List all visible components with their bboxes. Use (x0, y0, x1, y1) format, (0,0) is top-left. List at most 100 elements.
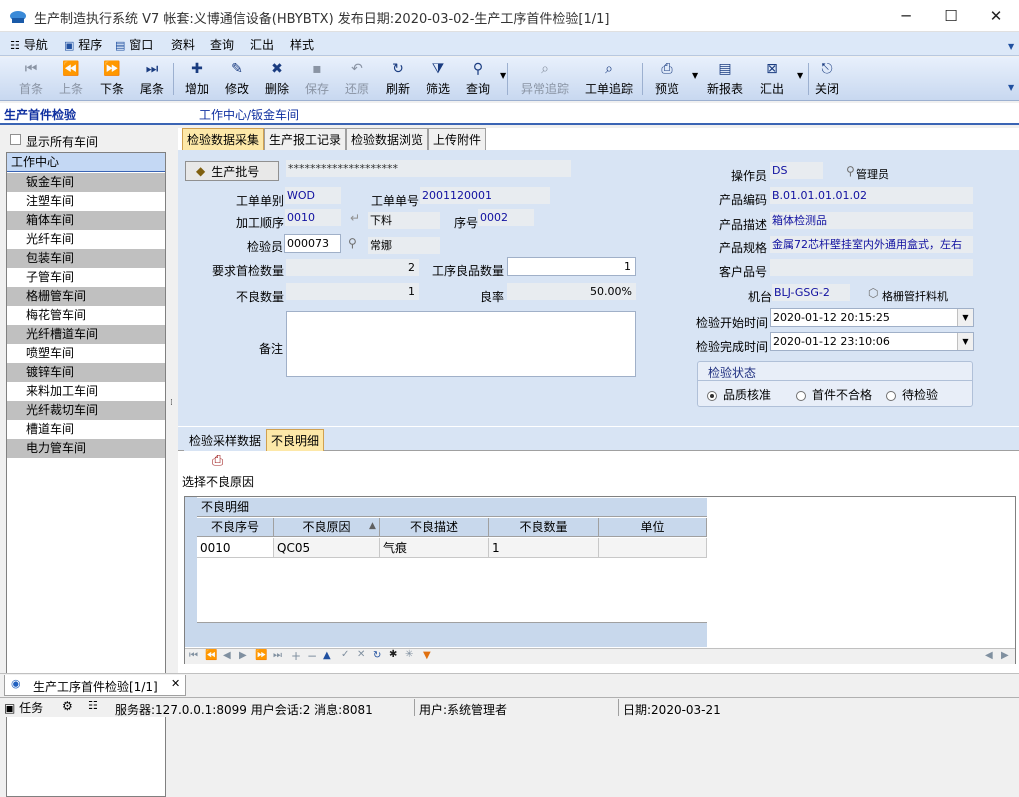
seq-field[interactable]: 0010 (285, 209, 341, 226)
menu-query[interactable]: 查询 (210, 36, 234, 53)
tree-item[interactable]: 来料加工车间 (7, 382, 165, 401)
nav-filter-icon[interactable]: ▼ (423, 650, 431, 661)
batch-value[interactable]: ******************** (286, 160, 571, 177)
toolbar-button-4[interactable]: ✚ 增加 (185, 59, 209, 99)
tree-item[interactable]: 注塑车间 (7, 192, 165, 211)
status-option-pending[interactable]: 待检验 (886, 386, 938, 403)
nav-scroll-left-icon[interactable]: ◀ (985, 650, 993, 661)
status-option-approved[interactable]: 品质核准 (707, 386, 771, 403)
prod-desc-field[interactable]: 箱体检测品 (770, 212, 973, 229)
tree-item[interactable]: 子管车间 (7, 268, 165, 287)
maximize-icon[interactable]: ☐ (928, 0, 974, 32)
tab-upload-attachment[interactable]: 上传附件 (428, 128, 487, 150)
show-all-checkbox[interactable] (10, 134, 21, 145)
navigate-icon[interactable]: ☷ (88, 699, 98, 712)
tree-header[interactable]: 工作中心 (7, 153, 165, 172)
sort-asc-icon[interactable]: ▲ (369, 521, 376, 531)
menu-window[interactable]: ▤ 窗口 (115, 36, 153, 53)
inspector-lookup-icon[interactable]: ⚲ (348, 236, 357, 250)
toolbar-button-14[interactable]: ⎙ 预览 (655, 59, 679, 99)
menu-navigate[interactable]: ☷ 导航 (10, 36, 48, 53)
start-datetime[interactable]: 2020-01-12 20:15:25 ▼ (770, 308, 974, 327)
toolbar-button-13[interactable]: ⌕ 工单追踪 (585, 59, 633, 99)
tree-item[interactable]: 格栅管车间 (7, 287, 165, 306)
menu-overflow-icon[interactable]: ▼ (1008, 42, 1014, 51)
toolbar-button-16[interactable]: ⊠ 汇出 (760, 59, 784, 99)
mdi-tab-close-icon[interactable]: ✕ (171, 677, 180, 690)
serial-field[interactable]: 0002 (478, 209, 534, 226)
grid-column-header[interactable]: 不良数量 (489, 518, 599, 537)
tree-item[interactable]: 钣金车间 (7, 173, 165, 192)
toolbar-button-5[interactable]: ✎ 修改 (225, 59, 249, 99)
settings-icon[interactable]: ⚙ (62, 699, 73, 713)
toolbar-button-8[interactable]: ↶ 还原 (345, 59, 369, 99)
bad-qty-field[interactable]: 1 (286, 283, 419, 300)
toolbar-button-15[interactable]: ▤ 新报表 (707, 59, 743, 99)
toolbar-button-7[interactable]: ▪ 保存 (305, 59, 329, 99)
tab-inspection-data[interactable]: 检验数据采集 (182, 128, 265, 150)
close-icon[interactable]: ✕ (973, 0, 1019, 32)
menu-program[interactable]: ▣ 程序 (64, 36, 102, 53)
tree-item[interactable]: 电力管车间 (7, 439, 165, 458)
nav-scroll-right-icon[interactable]: ▶ (1001, 650, 1009, 661)
menu-data[interactable]: 资料 (171, 36, 195, 53)
operator-field[interactable]: DS (770, 162, 823, 179)
toolbar-button-17[interactable]: ⎋ 关闭 (815, 59, 839, 99)
good-qty-field[interactable]: 1 (507, 257, 636, 276)
tree-item[interactable]: 箱体车间 (7, 211, 165, 230)
machine-icon[interactable]: ⬡ (868, 286, 878, 300)
proc-link-icon[interactable]: ↵ (350, 211, 360, 225)
toolbar-button-10[interactable]: ⧩ 筛选 (426, 59, 450, 99)
toolbar-button-0[interactable]: ⏮ 首条 (19, 59, 43, 99)
toolbar-button-9[interactable]: ↻ 刷新 (386, 59, 410, 99)
tab-inspection-browse[interactable]: 检验数据浏览 (346, 128, 429, 150)
nav-confirm-icon[interactable]: ✓ (341, 649, 349, 660)
req-qty-field[interactable]: 2 (286, 259, 419, 276)
nav-next-icon[interactable]: ▶ (239, 650, 247, 661)
select-reason-button[interactable]: ⎙ 选择不良原因 (182, 453, 262, 489)
nav-bookmark-icon[interactable]: ✱ (389, 649, 397, 660)
dropdown-arrow-icon[interactable]: ▼ (957, 333, 973, 350)
minimize-icon[interactable]: ─ (883, 0, 929, 32)
tab-sample-data[interactable]: 检验采样数据 (184, 429, 267, 451)
grid-cell[interactable] (599, 538, 707, 558)
toolbar-button-12[interactable]: ⌕ 异常追踪 (521, 59, 569, 99)
nav-first-icon[interactable]: ⏮ (189, 650, 198, 661)
tree-item[interactable]: 喷塑车间 (7, 344, 165, 363)
inspector-field[interactable]: 000073 (284, 234, 341, 253)
toolbar-button-6[interactable]: ✖ 删除 (265, 59, 289, 99)
task-button[interactable]: ▣ 任务 (4, 699, 43, 716)
tab-defect-detail[interactable]: 不良明细 (266, 429, 325, 451)
grid-cell[interactable]: 1 (489, 538, 599, 558)
grid-column-header[interactable]: 不良原因 (274, 518, 380, 537)
nav-up-icon[interactable]: ▲ (323, 650, 331, 661)
toolbar-button-11[interactable]: ⚲ 查询 (466, 59, 490, 99)
tab-work-report[interactable]: 生产报工记录 (264, 128, 347, 150)
nav-last-icon[interactable]: ⏭ (273, 650, 282, 661)
nav-remove-icon[interactable]: − (307, 649, 317, 663)
splitter-handle-icon[interactable]: ⁞ (170, 398, 173, 408)
tree-item[interactable]: 梅花管车间 (7, 306, 165, 325)
menu-export[interactable]: 汇出 (250, 36, 274, 53)
grid-column-header[interactable]: 不良描述 (380, 518, 489, 537)
end-datetime[interactable]: 2020-01-12 23:10:06 ▼ (770, 332, 974, 351)
dropdown-arrow-icon[interactable]: ▼ (797, 71, 803, 80)
remark-textarea[interactable] (286, 311, 636, 377)
nav-prev-page-icon[interactable]: ⏪ (205, 650, 217, 661)
nav-refresh-icon[interactable]: ↻ (373, 650, 381, 661)
nav-add-icon[interactable]: + (291, 649, 301, 663)
dropdown-arrow-icon[interactable]: ▼ (500, 71, 506, 80)
batch-button[interactable]: ◆ 生产批号 (185, 161, 279, 181)
wo-no-field[interactable]: 2001120001 (420, 187, 550, 204)
nav-prev-icon[interactable]: ◀ (223, 650, 231, 661)
status-option-failed[interactable]: 首件不合格 (796, 386, 872, 403)
grid-cell[interactable]: 气痕 (380, 538, 489, 558)
grid-cell[interactable]: 0010 (197, 538, 274, 558)
wo-type-field[interactable]: WOD (285, 187, 341, 204)
prod-spec-field[interactable]: 金属72芯杆壁挂室内外通用盒式，左右 (770, 236, 973, 253)
nav-goto-icon[interactable]: ✳ (405, 649, 413, 660)
toolbar-button-3[interactable]: ⏭ 尾条 (140, 59, 164, 99)
mdi-tab[interactable]: ◉ 生产工序首件检验[1/1] ✕ (4, 675, 186, 696)
tree-item[interactable]: 镀锌车间 (7, 363, 165, 382)
toolbar-button-2[interactable]: ⏩ 下条 (100, 59, 124, 99)
